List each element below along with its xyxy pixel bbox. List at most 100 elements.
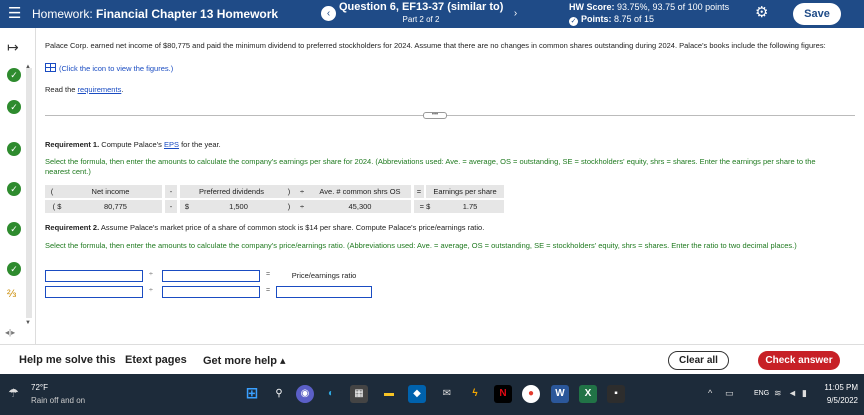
question-rail: ↦ ✓ ✓ ✓ ✓ ✓ ✓ ⅔ ▲ ▼ ◂|▸ <box>0 28 36 344</box>
preferred-dividends-value[interactable]: 1,500 <box>194 200 283 213</box>
windows-start-icon[interactable]: ⊞ <box>243 385 261 403</box>
edge-browser-icon[interactable]: ◐ <box>322 385 340 403</box>
clear-all-button[interactable]: Clear all <box>668 351 729 370</box>
eps-formula-table: ( Net income - Preferred dividends ) ÷ A… <box>45 185 505 213</box>
pe-ratio-input[interactable] <box>276 286 372 298</box>
weather-temperature[interactable]: 72°F <box>31 383 48 392</box>
netflix-icon[interactable]: N <box>494 385 512 403</box>
check-answer-button[interactable]: Check answer <box>758 351 840 370</box>
gear-icon[interactable]: ⚙ <box>755 5 768 20</box>
help-me-solve-button[interactable]: Help me solve this <box>19 354 116 366</box>
question-title: Question 6, EF13-37 (similar to) <box>339 1 504 13</box>
homework-title-name: Financial Chapter 13 Homework <box>96 7 279 21</box>
rail-nav-icon[interactable]: ◂|▸ <box>5 328 15 337</box>
formula-divide: ÷ <box>295 185 309 198</box>
question-status-correct-icon[interactable]: ✓ <box>7 182 21 196</box>
eps-value[interactable]: 1.75 <box>436 200 504 213</box>
clock-date[interactable]: 9/5/2022 <box>820 396 858 405</box>
table-icon[interactable] <box>45 63 56 72</box>
hw-score: HW Score: 93.75%, 93.75 of 100 points <box>569 2 729 12</box>
get-more-help-button[interactable]: Get more help ▴ <box>203 354 286 367</box>
next-question-button[interactable]: › <box>508 6 523 21</box>
file-explorer-icon[interactable]: ▬ <box>380 385 398 403</box>
question-status-partial-icon[interactable]: ⅔ <box>7 288 16 300</box>
pe-equals-sign-2: = <box>266 287 271 294</box>
teams-chat-icon[interactable]: ◉ <box>296 385 314 403</box>
mail-icon[interactable]: ✉ <box>438 385 456 403</box>
pe-result-label: Price/earnings ratio <box>291 271 357 280</box>
question-status-correct-icon[interactable]: ✓ <box>7 100 21 114</box>
previous-question-button[interactable]: ‹ <box>321 6 336 21</box>
bottom-toolbar: Help me solve this Etext pages Get more … <box>0 344 864 374</box>
points: ✓ Points: 8.75 of 15 <box>569 14 654 26</box>
formula-close-paren: ) <box>283 185 295 198</box>
market-price-input[interactable] <box>45 286 143 298</box>
chrome-icon[interactable]: ● <box>522 385 540 403</box>
rain-cloud-icon[interactable]: ☂ <box>8 386 19 400</box>
dropbox-icon[interactable]: ◆ <box>408 385 426 403</box>
top-header: ☰ Homework: Financial Chapter 13 Homewor… <box>0 0 864 28</box>
requirements-link[interactable]: requirements <box>78 85 122 94</box>
figures-link-row[interactable]: (Click the icon to view the figures.) <box>45 63 173 74</box>
word-icon[interactable]: W <box>551 385 569 403</box>
hw-score-label: HW Score: <box>569 2 615 12</box>
section-divider <box>45 115 855 116</box>
wifi-icon[interactable]: ≋ <box>774 388 782 399</box>
req1-title-bold: Requirement 1. <box>45 140 100 149</box>
question-status-correct-icon[interactable]: ✓ <box>7 68 21 82</box>
formula-eps-header[interactable]: Earnings per share <box>426 185 504 198</box>
shares-outstanding-value[interactable]: 45,300 <box>309 200 411 213</box>
formula-net-income-header[interactable]: Net income <box>59 185 162 198</box>
eps-input[interactable] <box>162 286 260 298</box>
pe-divide-sign: ÷ <box>149 271 153 278</box>
rail-scrollbar[interactable] <box>26 68 32 318</box>
question-status-correct-icon[interactable]: ✓ <box>7 222 21 236</box>
terminal-icon[interactable]: ▪ <box>607 385 625 403</box>
formula-equals: = <box>414 185 424 198</box>
pe-equals-sign: = <box>266 271 271 278</box>
collapse-arrow-icon[interactable]: ↦ <box>7 39 19 56</box>
formula-value-dollar: $ <box>180 200 194 213</box>
req2-instruction: Select the formula, then enter the amoun… <box>45 241 797 250</box>
save-button[interactable]: Save <box>793 3 841 25</box>
question-status-correct-icon[interactable]: ✓ <box>7 262 21 276</box>
figures-link[interactable]: (Click the icon to view the figures.) <box>59 64 173 73</box>
req1-title-end: for the year. <box>179 140 221 149</box>
clock-time[interactable]: 11:05 PM <box>822 383 858 392</box>
req1-instruction: Select the formula, then enter the amoun… <box>45 157 816 176</box>
winamp-icon[interactable]: ϟ <box>466 385 484 403</box>
hw-score-value: 93.75%, 93.75 of 100 points <box>617 2 730 12</box>
rail-scroll-down-icon[interactable]: ▼ <box>25 320 31 326</box>
question-part: Part 2 of 2 <box>402 15 440 24</box>
question-status-correct-icon[interactable]: ✓ <box>7 142 21 156</box>
volume-icon[interactable]: ◄ <box>788 388 797 398</box>
excel-icon[interactable]: X <box>579 385 597 403</box>
search-icon[interactable]: ⚲ <box>270 385 288 403</box>
divider-handle-icon[interactable]: ••• <box>423 112 447 119</box>
req2-title-bold: Requirement 2. <box>45 223 100 232</box>
etext-pages-button[interactable]: Etext pages <box>125 354 187 366</box>
pe-formula-select-2[interactable] <box>162 270 260 282</box>
hamburger-icon[interactable]: ☰ <box>8 6 21 21</box>
language-indicator[interactable]: ENG <box>754 390 769 397</box>
formula-shares-header[interactable]: Ave. # common shrs OS <box>309 185 411 198</box>
pe-formula-select-1[interactable] <box>45 270 143 282</box>
points-label: Points: <box>581 14 612 24</box>
keyboard-icon[interactable]: ▭ <box>725 388 734 399</box>
microsoft-store-icon[interactable]: ▦ <box>350 385 368 403</box>
chevron-up-icon[interactable]: ^ <box>708 388 712 398</box>
formula-minus: - <box>165 185 177 198</box>
battery-icon[interactable]: ▮ <box>802 388 807 399</box>
formula-value-close: ) <box>283 200 295 213</box>
formula-open-paren[interactable]: ( <box>45 185 59 198</box>
formula-preferred-dividends-header[interactable]: Preferred dividends <box>180 185 283 198</box>
req1-title: Requirement 1. Compute Palace's EPS for … <box>45 140 221 150</box>
problem-intro: Palace Corp. earned net income of $80,77… <box>45 41 826 50</box>
pe-divide-sign-2: ÷ <box>149 287 153 294</box>
net-income-value[interactable]: 80,775 <box>69 200 162 213</box>
req2-title: Requirement 2. Assume Palace's market pr… <box>45 223 845 233</box>
weather-description[interactable]: Rain off and on <box>31 396 85 405</box>
points-check-icon: ✓ <box>569 17 578 26</box>
read-requirements: Read the requirements. <box>45 85 123 95</box>
eps-link[interactable]: EPS <box>164 140 179 149</box>
